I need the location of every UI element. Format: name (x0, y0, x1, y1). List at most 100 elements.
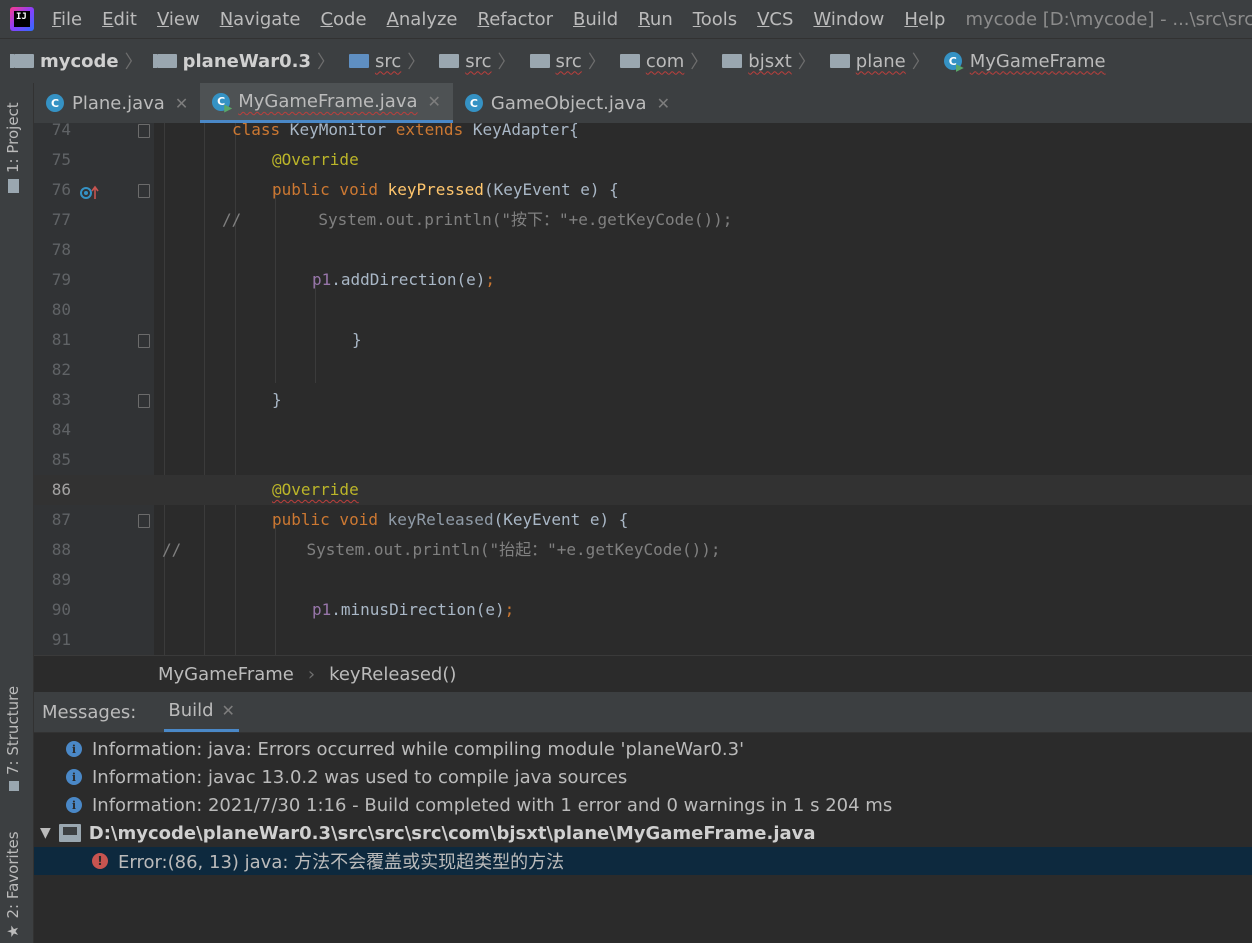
package-folder-icon (829, 54, 850, 68)
code-text: p1.addDirection(e); (312, 270, 496, 289)
line-number: 74 (51, 123, 71, 139)
message-error-row[interactable]: ! Error:(86, 13) java: 方法不会覆盖或实现超类型的方法 (34, 847, 1252, 875)
close-icon[interactable]: ✕ (428, 92, 441, 111)
crumb-class[interactable]: C MyGameFrame (943, 50, 1106, 72)
menu-tools[interactable]: Tools (693, 9, 737, 30)
package-folder-icon (722, 54, 743, 68)
structure-tab-label: 7: Structure (4, 685, 22, 775)
close-icon[interactable]: ✕ (657, 94, 670, 113)
code-line: 75 @Override (34, 145, 1252, 175)
crumb-label: src (465, 50, 492, 72)
crumb-label: src (374, 50, 402, 72)
current-code-line: 86 @Override (34, 475, 1252, 505)
menu-help[interactable]: Help (904, 9, 945, 30)
java-class-icon: C (943, 52, 962, 70)
fold-marker-icon[interactable] (138, 334, 150, 348)
message-file-path: D:\mycode\planeWar0.3\src\src\src\com\bj… (88, 822, 816, 844)
close-icon[interactable]: ✕ (175, 94, 188, 113)
code-text: // System.out.println("按下："+e.getKeyCode… (222, 210, 733, 229)
crumb-src-3[interactable]: src 〉 (529, 48, 606, 74)
expand-triangle-icon[interactable]: ▼ (40, 825, 51, 841)
code-text: p1.minusDirection(e); (312, 600, 515, 619)
menu-code[interactable]: Code (320, 9, 366, 30)
crumb-class[interactable]: MyGameFrame (158, 664, 294, 685)
crumb-src-2[interactable]: src 〉 (439, 48, 516, 74)
crumb-label: mycode (40, 50, 119, 72)
code-line: 84 (34, 415, 1252, 445)
line-number: 75 (51, 150, 71, 169)
fold-marker-icon[interactable] (138, 124, 150, 138)
menu-refactor[interactable]: Refactor (478, 9, 554, 30)
info-icon: i (66, 797, 82, 813)
java-class-icon: C (46, 94, 64, 112)
line-number: 91 (51, 630, 71, 649)
chevron-right-icon: › (307, 663, 316, 685)
folder-icon (8, 179, 19, 193)
code-line: 76 public void keyPressed(KeyEvent e) { (34, 175, 1252, 205)
chevron-right-icon: 〉 (124, 52, 143, 73)
menu-run[interactable]: Run (638, 9, 673, 30)
tab-build[interactable]: Build ✕ (164, 692, 239, 732)
line-number: 85 (51, 450, 71, 469)
message-file-row[interactable]: ▼ D:\mycode\planeWar0.3\src\src\src\com\… (34, 819, 1252, 847)
close-icon[interactable]: ✕ (222, 701, 235, 720)
code-text: // System.out.println("抬起："+e.getKeyCode… (162, 540, 721, 559)
chevron-right-icon: 〉 (911, 52, 930, 73)
crumb-project[interactable]: mycode 〉 (10, 48, 143, 74)
message-info-row[interactable]: i Information: 2021/7/30 1:16 - Build co… (34, 791, 1252, 819)
crumb-label: bjsxt (748, 50, 792, 72)
code-text: @Override (272, 480, 359, 499)
menu-edit[interactable]: Edit (102, 9, 137, 30)
tab-mygameframe-java[interactable]: C MyGameFrame.java ✕ (200, 83, 453, 123)
tab-gameobject-java[interactable]: C GameObject.java ✕ (453, 83, 682, 123)
crumb-label: MyGameFrame (969, 50, 1106, 72)
fold-marker-icon[interactable] (138, 184, 150, 198)
override-method-icon[interactable] (80, 181, 99, 199)
code-line: 80 (34, 295, 1252, 325)
code-text: } (352, 330, 362, 349)
favorites-tab-label: 2: Favorites (4, 831, 22, 919)
menu-build[interactable]: Build (573, 9, 618, 30)
favorites-tool-tab[interactable]: ★ 2: Favorites (4, 831, 22, 938)
tab-plane-java[interactable]: C Plane.java ✕ (34, 83, 200, 123)
project-folder-icon (10, 54, 34, 68)
crumb-plane[interactable]: plane 〉 (829, 48, 930, 74)
structure-tool-tab[interactable]: 7: Structure (4, 686, 22, 791)
message-info-row[interactable]: i Information: java: Errors occurred whi… (34, 735, 1252, 763)
star-icon: ★ (4, 924, 22, 938)
line-number: 77 (51, 210, 71, 229)
menu-analyze[interactable]: Analyze (387, 9, 458, 30)
editor-tabs: C Plane.java ✕ C MyGameFrame.java ✕ C Ga… (34, 83, 1252, 124)
tab-label: Plane.java (72, 92, 165, 114)
package-folder-icon (439, 54, 460, 68)
line-number: 89 (51, 570, 71, 589)
menu-view[interactable]: View (157, 9, 200, 30)
java-class-icon: C (212, 92, 231, 111)
fold-marker-icon[interactable] (138, 394, 150, 408)
intellij-logo-icon[interactable]: IJ (10, 7, 34, 31)
code-line: 88 // System.out.println("抬起："+e.getKeyC… (34, 535, 1252, 565)
tab-label: Build (168, 700, 214, 721)
line-number: 86 (51, 480, 71, 499)
code-editor[interactable]: 74 class KeyMonitor extends KeyAdapter{ … (34, 123, 1252, 655)
error-icon: ! (92, 853, 108, 869)
crumb-method[interactable]: keyReleased() (329, 664, 456, 685)
menu-window[interactable]: Window (813, 9, 884, 30)
fold-marker-icon[interactable] (138, 514, 150, 528)
line-number: 83 (51, 390, 71, 409)
code-text: } (272, 390, 282, 409)
crumb-module[interactable]: planeWar0.3 〉 (152, 48, 335, 74)
menu-vcs[interactable]: VCS (757, 9, 793, 30)
navigation-bar: mycode 〉 planeWar0.3 〉 src 〉 src 〉 src 〉… (0, 38, 1252, 84)
project-tool-tab[interactable]: 1: Project (4, 102, 22, 193)
line-number: 76 (51, 180, 71, 199)
crumb-com[interactable]: com 〉 (619, 48, 708, 74)
menu-navigate[interactable]: Navigate (220, 9, 301, 30)
message-info-row[interactable]: i Information: javac 13.0.2 was used to … (34, 763, 1252, 791)
crumb-src-1[interactable]: src 〉 (348, 48, 425, 74)
line-number: 84 (51, 420, 71, 439)
code-line: 81 } (34, 325, 1252, 355)
info-icon: i (66, 769, 82, 785)
crumb-bjsxt[interactable]: bjsxt 〉 (722, 48, 816, 74)
menu-file[interactable]: File (52, 9, 82, 30)
